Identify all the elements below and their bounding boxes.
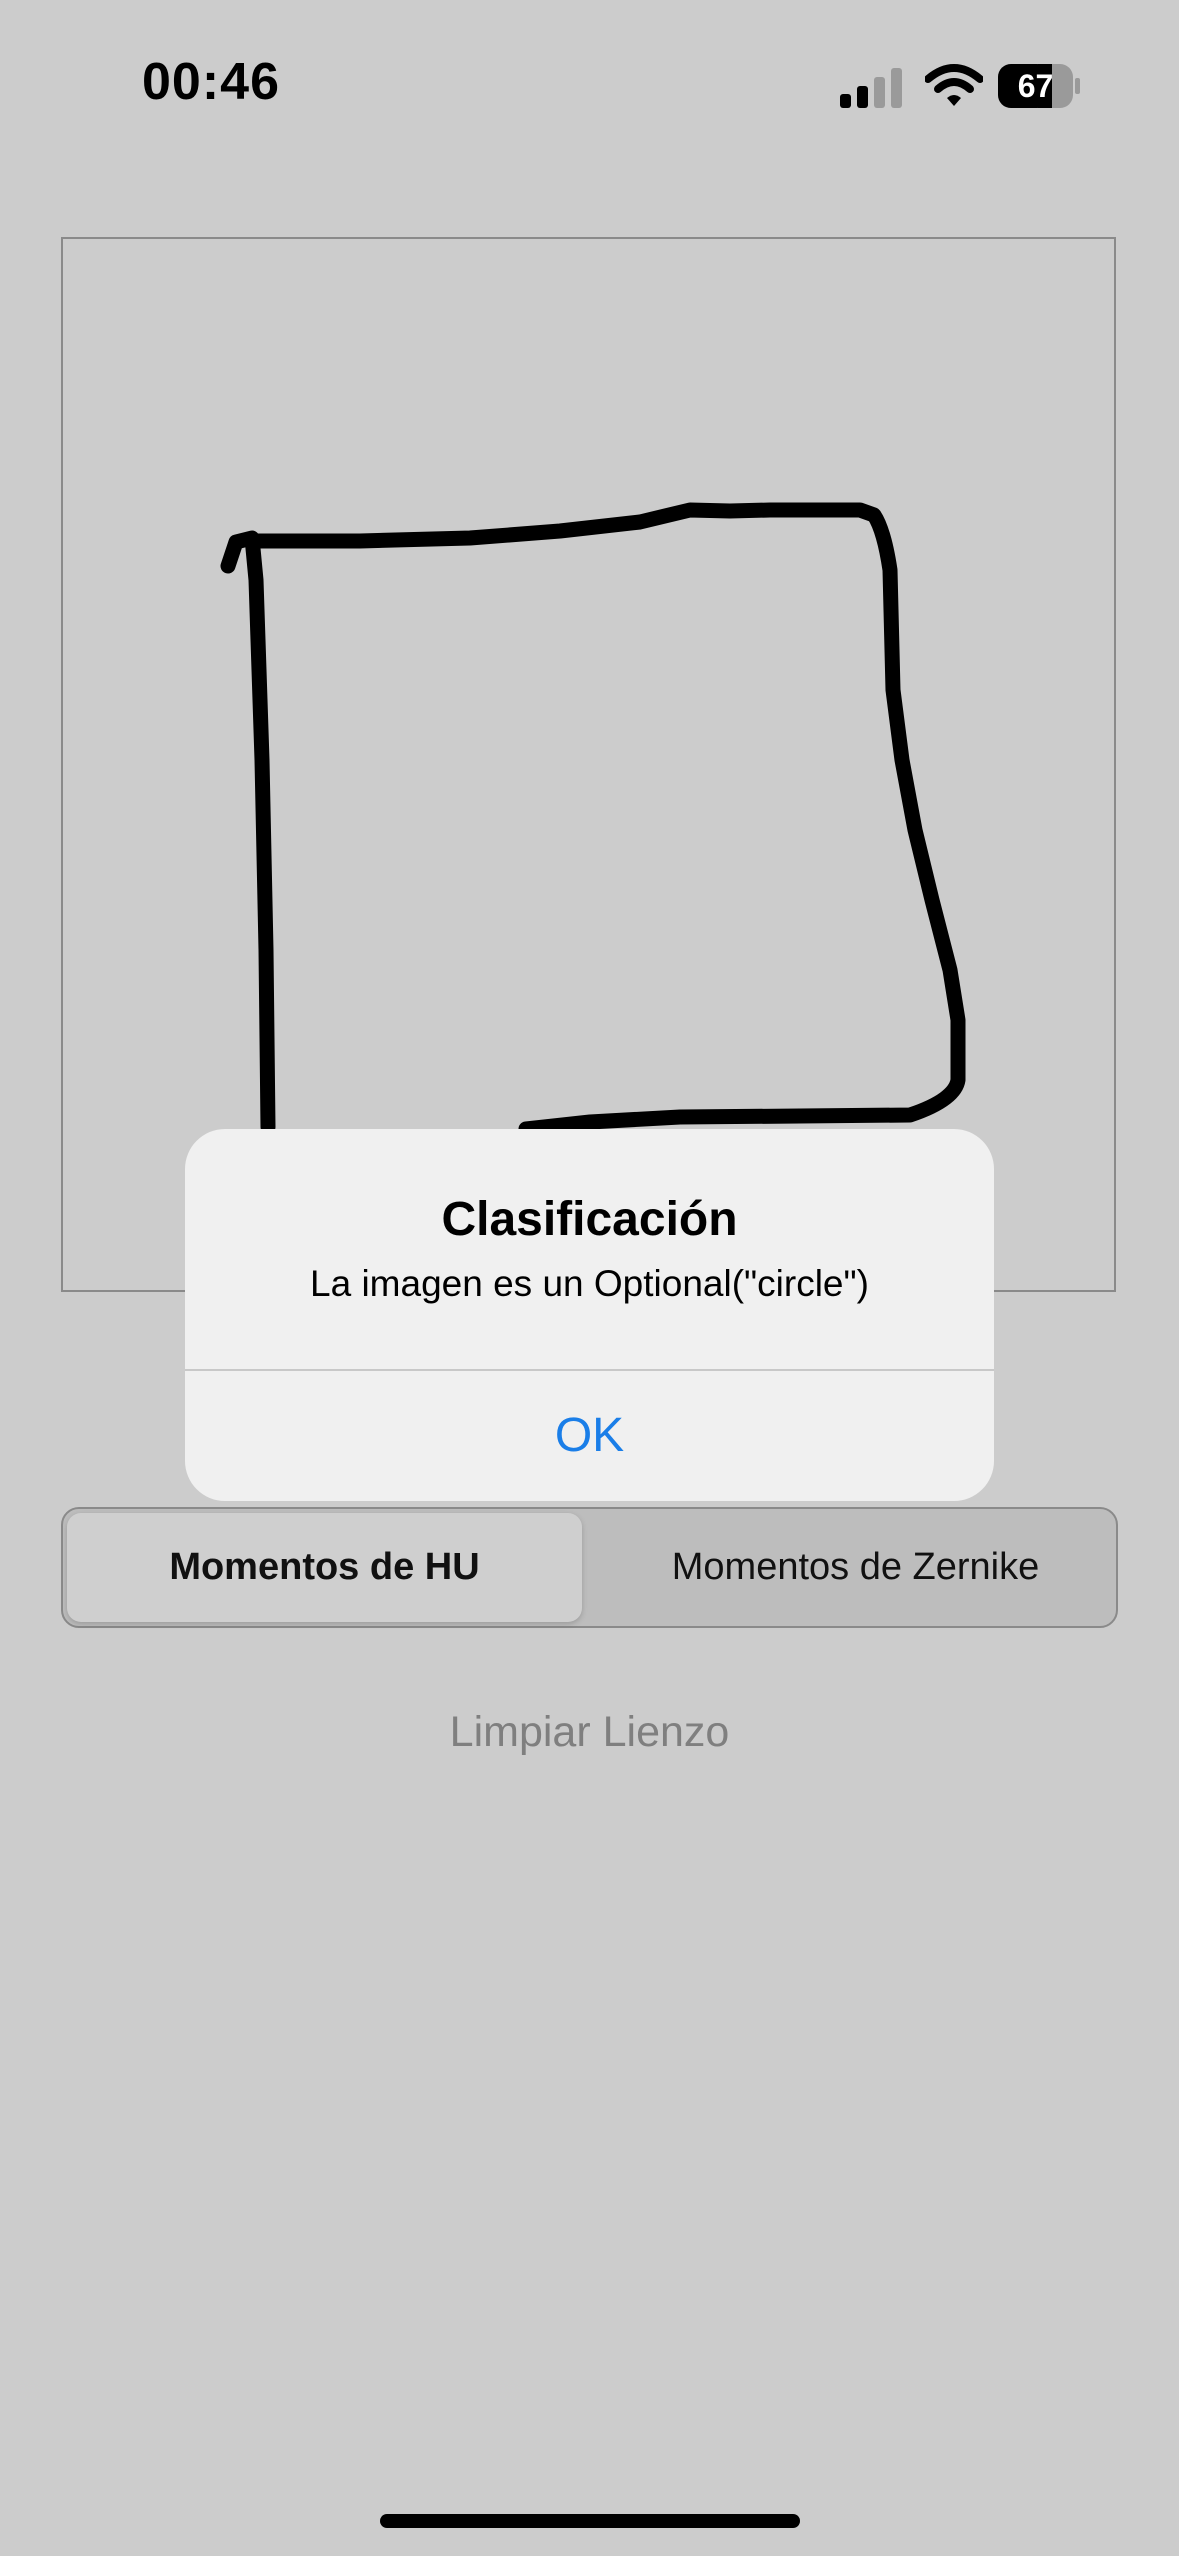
- status-time: 00:46: [142, 53, 280, 111]
- status-icons: 67: [840, 62, 1085, 112]
- alert-message: La imagen es un Optional("circle"): [310, 1263, 869, 1304]
- moment-type-segmented-control[interactable]: Momentos de HU Momentos de Zernike: [61, 1507, 1118, 1628]
- classification-alert: Clasificación La imagen es un Optional("…: [185, 1129, 994, 1501]
- segment-hu-moments[interactable]: Momentos de HU: [67, 1513, 582, 1622]
- wifi-icon: [925, 64, 983, 106]
- status-bar: 00:46 67: [0, 0, 1179, 170]
- alert-ok-button[interactable]: OK: [185, 1371, 994, 1501]
- segment-zernike-moments[interactable]: Momentos de Zernike: [593, 1509, 1118, 1626]
- alert-title: Clasificación: [441, 1193, 738, 1246]
- signal-icon: [840, 68, 902, 108]
- battery-level: 67: [1017, 68, 1054, 104]
- clear-canvas-button[interactable]: Limpiar Lienzo: [300, 1697, 879, 1767]
- home-indicator[interactable]: [380, 2514, 800, 2528]
